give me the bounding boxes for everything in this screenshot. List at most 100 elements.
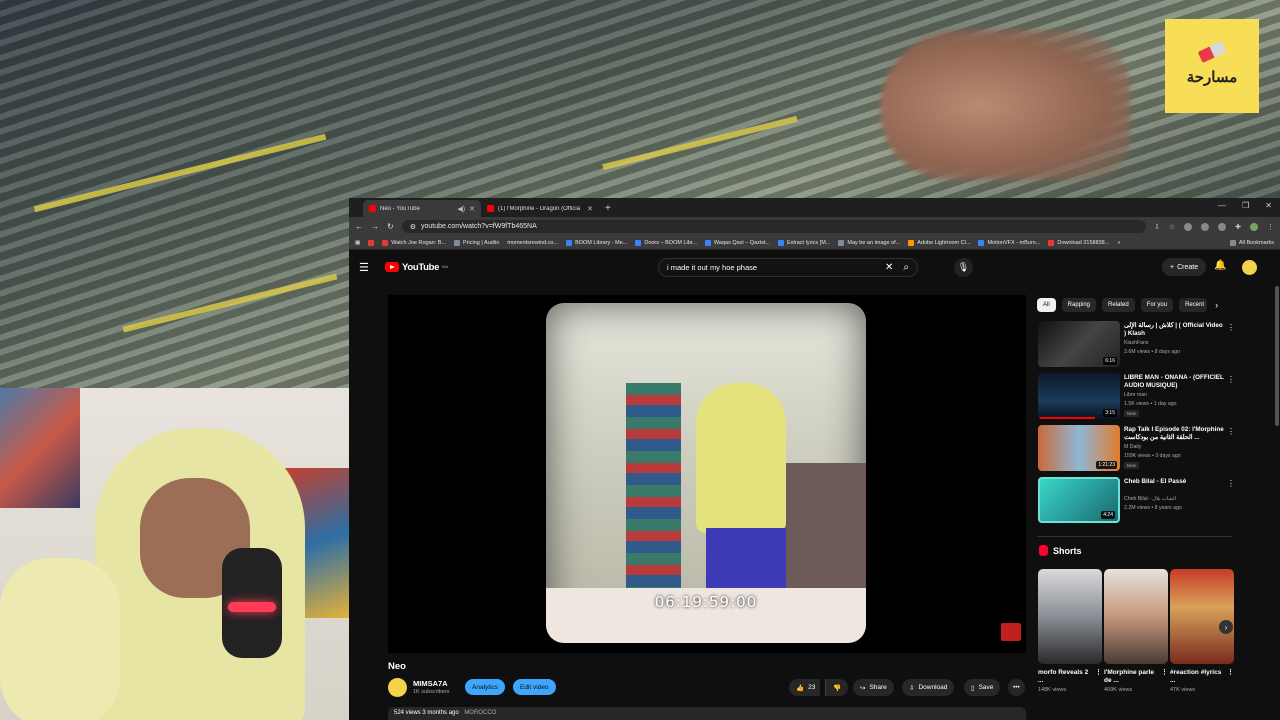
reload-icon[interactable]: ↻ — [387, 222, 394, 231]
bookmark-item[interactable]: Doors – BOOM Libr... — [635, 239, 697, 246]
bookmark-item[interactable]: MotionVFX - mBurn... — [978, 239, 1040, 246]
channel-avatar[interactable] — [388, 678, 407, 697]
like-button[interactable]: 👍 23 — [789, 679, 821, 696]
save-button[interactable]: ▯ Save — [964, 679, 1001, 696]
hamburger-menu-icon[interactable]: ☰ — [359, 261, 379, 274]
extension-icon[interactable] — [1184, 222, 1193, 231]
bookmarks-overflow-icon[interactable]: » — [1117, 240, 1120, 246]
short-item[interactable]: morfo Reveals 2 ... ⋮ 148K views — [1038, 569, 1102, 693]
apps-grid-icon[interactable]: ▦ — [355, 240, 360, 246]
recommendation-title[interactable]: Cheb Bilal - El Passé — [1124, 478, 1224, 486]
more-vert-icon[interactable]: ⋮ — [1095, 669, 1102, 677]
recommendation-item[interactable]: 3:15 LIBRE MAN - ONANA - (OFFICIEL AUDIO… — [1037, 373, 1237, 425]
video-thumbnail[interactable]: 1:21:23 — [1038, 425, 1120, 471]
shorts-next-icon[interactable]: › — [1219, 620, 1233, 634]
bookmark-item[interactable]: Pricing | Audiio — [454, 239, 499, 246]
short-thumbnail[interactable] — [1038, 569, 1102, 664]
recommendation-item[interactable]: 4:24 Cheb Bilal - El Passé Cheb Bilal - … — [1037, 477, 1237, 529]
search-input[interactable]: i made it out my hoe phase — [667, 263, 885, 272]
tab-neo-youtube[interactable]: Neo - YouTube ◀) ✕ — [363, 200, 481, 217]
voice-search-icon[interactable]: 🎙 — [954, 258, 973, 277]
video-thumbnail[interactable]: 4:24 — [1038, 477, 1120, 523]
download-button[interactable]: ⇩ Download — [902, 679, 955, 696]
more-vert-icon[interactable]: ⋮ — [1227, 669, 1234, 677]
extension-icon[interactable] — [1201, 222, 1210, 231]
dislike-button[interactable]: 👎 — [825, 679, 849, 696]
menu-dots-icon[interactable]: ⋮ — [1267, 223, 1274, 231]
search-box[interactable]: i made it out my hoe phase ✕ ⌕ — [658, 258, 918, 277]
forward-icon[interactable]: → — [371, 222, 379, 231]
tab-morphine-dragon[interactable]: (1) l'Morphine - Dragon (Officia ✕ — [481, 200, 599, 217]
page-scrollbar[interactable] — [1275, 286, 1279, 426]
more-actions-button[interactable]: ••• — [1008, 679, 1025, 696]
more-vert-icon[interactable]: ⋮ — [1227, 323, 1235, 332]
create-button[interactable]: + Create — [1162, 258, 1207, 276]
bookmark-item[interactable]: Adobe Lightroom Cl... — [908, 239, 970, 246]
description-box[interactable]: 524 views 3 months ago MOROCCO — [388, 707, 1026, 720]
more-vert-icon[interactable]: ⋮ — [1227, 427, 1235, 436]
recommendation-item[interactable]: 6:16 كلاش | رسالة الإلى | ( Official Vid… — [1037, 321, 1237, 373]
recommendation-channel[interactable]: M Daily — [1124, 444, 1141, 450]
video-thumbnail[interactable]: 3:15 — [1038, 373, 1120, 419]
short-item[interactable]: l'Morphine parle de ... ⋮ 409K views — [1104, 569, 1168, 693]
bookmark-item[interactable]: May be an image of... — [838, 239, 900, 246]
analytics-button[interactable]: Analytics — [465, 679, 506, 695]
video-player[interactable]: 06:19:59:00 — [388, 295, 1026, 653]
speaker-icon[interactable]: ◀) — [457, 205, 465, 213]
more-vert-icon[interactable]: ⋮ — [1227, 479, 1235, 488]
install-icon[interactable]: ⇩ — [1154, 223, 1160, 231]
puzzle-icon[interactable]: ✚ — [1235, 223, 1241, 231]
channel-watermark-icon[interactable] — [1001, 623, 1021, 641]
close-window-icon[interactable]: ✕ — [1265, 201, 1272, 210]
edit-video-button[interactable]: Edit video — [513, 679, 556, 695]
chip-related[interactable]: Related — [1102, 298, 1135, 312]
short-title[interactable]: l'Morphine parle de ... — [1104, 669, 1154, 684]
chip-for-you[interactable]: For you — [1140, 298, 1174, 312]
account-avatar[interactable] — [1242, 260, 1257, 275]
short-title[interactable]: #reaction #lyrics ... — [1170, 669, 1221, 684]
more-vert-icon[interactable]: ⋮ — [1227, 375, 1235, 384]
recommendation-title[interactable]: كلاش | رسالة الإلى | ( Official Video ) … — [1124, 322, 1224, 338]
short-title[interactable]: morfo Reveals 2 ... — [1038, 669, 1088, 684]
recommendation-channel[interactable]: Cheb Bilal - الشاب بلال — [1124, 496, 1176, 502]
recommendation-title[interactable]: LIBRE MAN - ONANA - (OFFICIEL AUDIO MUSI… — [1124, 374, 1224, 390]
channel-name[interactable]: MIMSA7A — [413, 679, 448, 688]
back-icon[interactable]: ← — [355, 222, 363, 231]
recommendation-channel[interactable]: Libre man — [1124, 392, 1147, 398]
bookmark-item[interactable]: Waqas Qazi – Qazist... — [704, 239, 770, 246]
bookmark-item[interactable]: momentsrewind.co... — [507, 240, 558, 246]
short-thumbnail[interactable] — [1170, 569, 1234, 664]
video-thumbnail[interactable]: 6:16 — [1038, 321, 1120, 367]
new-tab-icon[interactable]: + — [605, 203, 611, 214]
recommendation-channel[interactable]: KlashFans — [1124, 340, 1149, 346]
clear-search-icon[interactable]: ✕ — [885, 262, 893, 273]
video-frame[interactable]: 06:19:59:00 — [546, 303, 866, 643]
chip-all[interactable]: All — [1037, 298, 1056, 312]
extension-icon[interactable] — [1218, 222, 1227, 231]
all-bookmarks[interactable]: All Bookmarks — [1229, 239, 1274, 246]
url-field[interactable]: ⚙ youtube.com/watch?v=fW9fTb465NA — [401, 220, 1146, 233]
site-info-icon[interactable]: ⚙ — [410, 223, 416, 231]
bookmark-item[interactable] — [368, 239, 375, 246]
chevron-right-icon[interactable]: › — [1215, 300, 1218, 310]
minimize-icon[interactable]: — — [1218, 201, 1226, 210]
bookmark-item[interactable]: Watch Joe Rogan: B... — [382, 239, 446, 246]
share-button[interactable]: ↪ Share — [853, 679, 894, 696]
bookmark-item[interactable]: Download 2158838... — [1048, 239, 1109, 246]
close-tab-icon[interactable]: ✕ — [469, 205, 475, 213]
chip-recent[interactable]: Recent — [1179, 298, 1208, 312]
short-thumbnail[interactable] — [1104, 569, 1168, 664]
search-icon[interactable]: ⌕ — [903, 262, 909, 273]
youtube-logo[interactable]: YouTube MA — [385, 262, 448, 273]
more-vert-icon[interactable]: ⋮ — [1161, 669, 1168, 677]
bookmark-item[interactable]: Extract lyrics [M... — [777, 239, 830, 246]
notifications-bell-icon[interactable]: 🔔 — [1214, 260, 1226, 271]
bookmark-star-icon[interactable]: ☆ — [1169, 223, 1175, 231]
chip-rapping[interactable]: Rapping — [1061, 298, 1097, 312]
video-location[interactable]: MOROCCO — [464, 710, 496, 716]
restore-icon[interactable]: ❐ — [1242, 201, 1249, 210]
bookmark-item[interactable]: BOOM Library - Me... — [566, 239, 627, 246]
recommendation-item[interactable]: 1:21:23 Rap Talk I Episode 02: l'Morphin… — [1037, 425, 1237, 477]
recommendation-title[interactable]: Rap Talk I Episode 02: l'Morphine الحلقة… — [1124, 426, 1224, 442]
profile-avatar-icon[interactable] — [1250, 222, 1258, 231]
